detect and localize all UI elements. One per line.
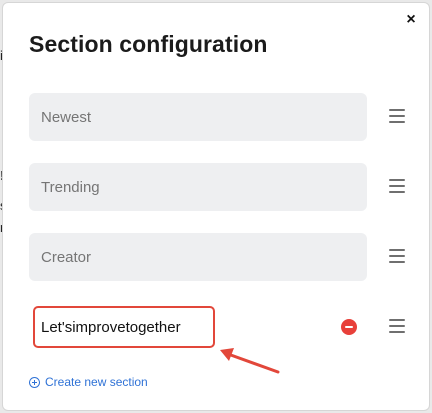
drag-handle-icon[interactable] [389,179,405,193]
section-configuration-dialog: × Section configuration Newest Trending … [2,2,430,411]
drag-handle-icon[interactable] [389,319,405,333]
close-icon[interactable]: × [403,11,419,28]
drag-handle-icon[interactable] [389,249,405,263]
section-name-field[interactable] [29,93,367,141]
section-name-input[interactable] [41,108,321,126]
section-name-input[interactable] [41,248,321,266]
section-name-input[interactable] [41,318,321,336]
section-row-trending [29,163,405,213]
section-name-input[interactable] [41,178,321,196]
section-name-field[interactable] [29,233,367,281]
section-name-field[interactable] [29,163,367,211]
section-row-newest [29,93,405,143]
section-row-creator [29,233,405,283]
create-new-section-link[interactable]: Create new section [29,375,148,389]
remove-section-icon[interactable] [341,319,357,335]
plus-circle-icon [29,376,40,388]
section-name-field[interactable] [29,303,367,351]
section-row-custom [29,303,405,353]
dialog-title: Section configuration [29,31,268,57]
create-new-section-label: Create new section [45,375,148,389]
drag-handle-icon[interactable] [389,109,405,123]
